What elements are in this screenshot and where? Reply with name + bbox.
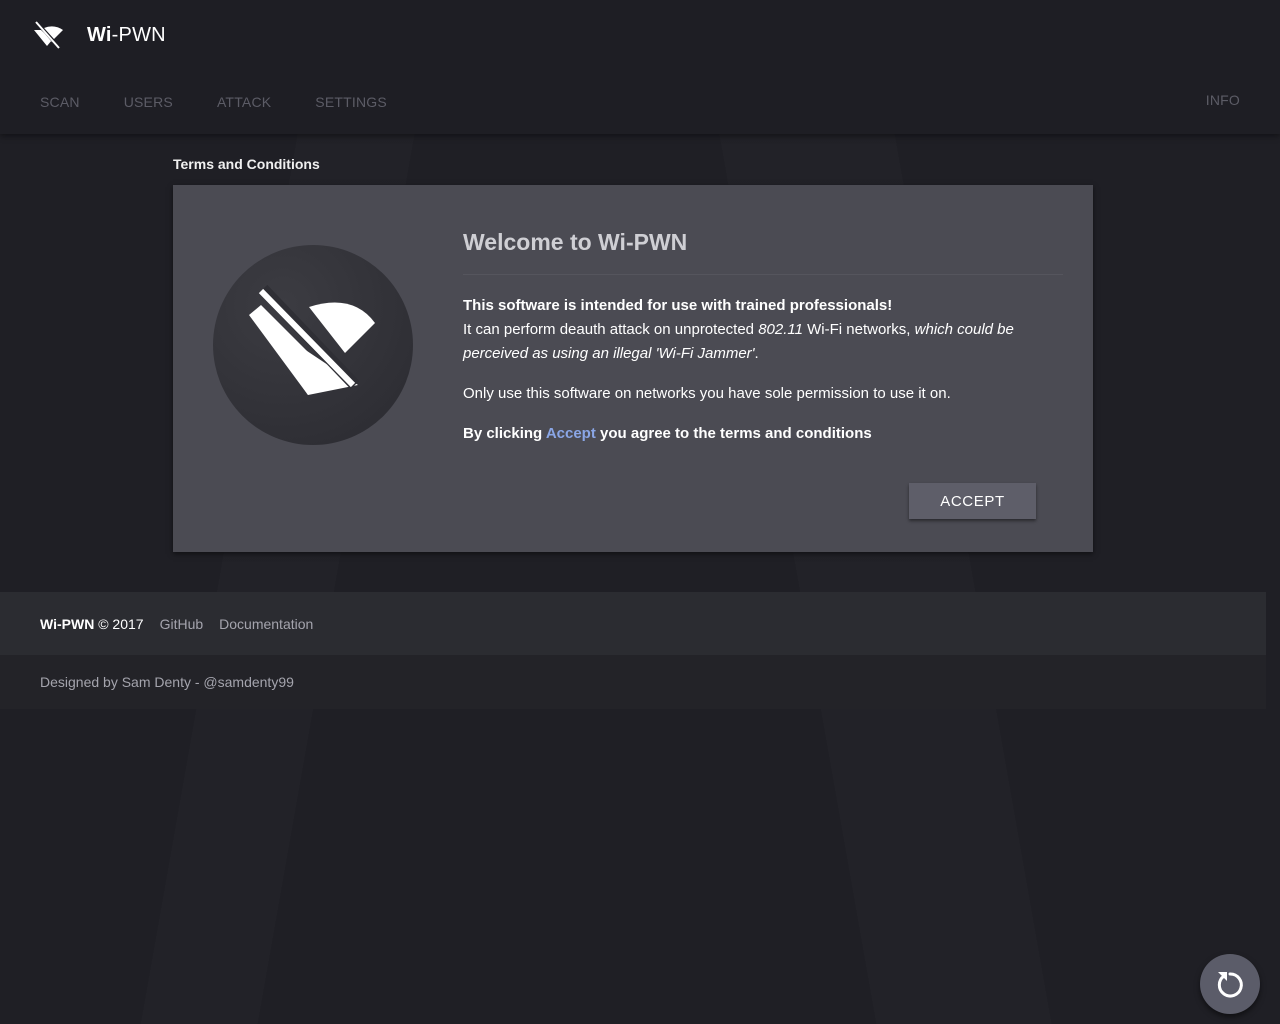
wifi-off-icon — [34, 20, 63, 50]
footer-copyright: Wi-PWN © 2017 — [40, 615, 144, 632]
accept-button[interactable]: ACCEPT — [909, 483, 1036, 519]
refresh-button[interactable] — [1200, 954, 1260, 1014]
permission-paragraph: Only use this software on networks you h… — [463, 385, 951, 402]
nav-item-info[interactable]: INFO — [1206, 92, 1240, 108]
section-title: Terms and Conditions — [173, 156, 320, 172]
footer-credit: Designed by Sam Denty - @samdenty99 — [0, 655, 1266, 709]
wifi-off-icon — [249, 284, 375, 395]
footer-documentation-link[interactable]: Documentation — [219, 616, 313, 632]
footer-links-row: Wi-PWN © 2017 GitHub Documentation — [0, 592, 1266, 655]
card-title: Welcome to Wi-PWN — [463, 229, 688, 255]
main-nav: SCAN USERS ATTACK SETTINGS — [40, 92, 431, 112]
nav-item-attack[interactable]: ATTACK — [217, 94, 271, 110]
footer-github-link[interactable]: GitHub — [160, 616, 204, 632]
brand[interactable]: Wi-PWN — [30, 18, 166, 52]
refresh-icon — [1217, 972, 1243, 998]
divider — [463, 274, 1063, 275]
warning-paragraph: This software is intended for use with t… — [463, 297, 1014, 362]
accept-link[interactable]: Accept — [546, 425, 596, 442]
app-title: Wi-PWN — [87, 23, 166, 46]
agreement-paragraph: By clicking Accept you agree to the term… — [463, 425, 872, 442]
nav-item-scan[interactable]: SCAN — [40, 94, 80, 110]
nav-item-users[interactable]: USERS — [124, 94, 173, 110]
terms-card: Welcome to Wi-PWN This software is inten… — [173, 185, 1093, 552]
card-content: Welcome to Wi-PWN This software is inten… — [463, 229, 1063, 446]
nav-item-settings[interactable]: SETTINGS — [315, 94, 387, 110]
hero-circle — [213, 245, 413, 445]
warning-bold: This software is intended for use with t… — [463, 297, 893, 314]
top-bar: Wi-PWN SCAN USERS ATTACK SETTINGS INFO — [0, 0, 1280, 134]
